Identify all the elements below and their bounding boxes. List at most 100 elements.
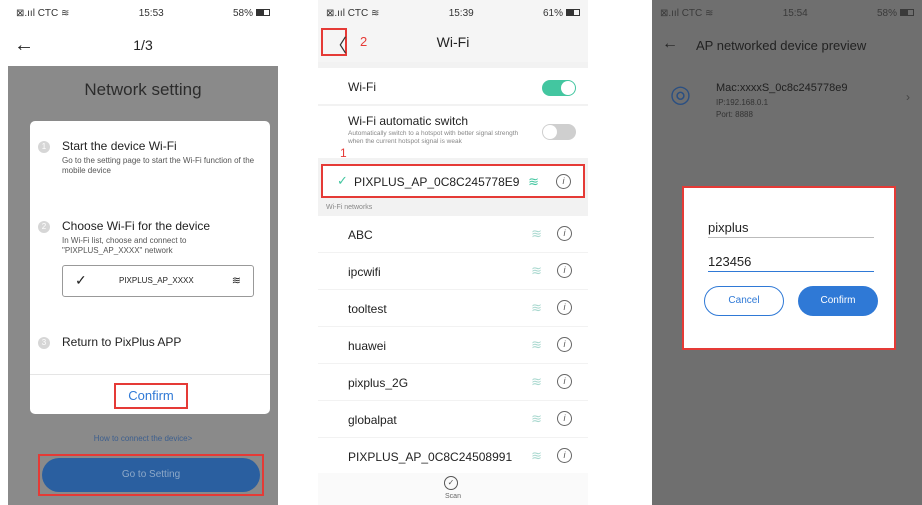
info-icon[interactable]: i	[556, 174, 571, 189]
section-label: Wi-Fi networks	[326, 204, 373, 211]
nav-bar: ← AP networked device preview	[652, 26, 922, 66]
go-setting-button[interactable]: Go to Setting	[42, 458, 260, 492]
network-name: ipcwifi	[348, 265, 381, 279]
wifi-toggle[interactable]	[542, 80, 576, 96]
connected-network-row[interactable]: ✓ PIXPLUS_AP_0C8C245778E9 ≋ i	[321, 164, 585, 198]
wifi-signal-icon: ≋	[531, 263, 542, 278]
carrier: ⊠.ııl CTC ≋	[660, 7, 714, 19]
info-icon[interactable]: i	[557, 263, 572, 278]
network-row[interactable]: PIXPLUS_AP_0C8C24508991 ≋ i	[318, 438, 588, 474]
chevron-right-icon: ›	[906, 90, 910, 104]
camera-device-icon: ◎	[670, 81, 691, 108]
battery-icon	[565, 9, 580, 17]
network-row[interactable]: pixplus_2G ≋ i	[318, 364, 588, 400]
wifi-signal-icon: ≋	[531, 374, 542, 389]
battery-icon	[255, 9, 270, 17]
page-title: Wi-Fi	[436, 34, 470, 50]
device-mac: Mac:xxxxS_0c8c245778e9	[716, 82, 848, 94]
login-dialog: pixplus 123456 Cancel Confirm	[688, 192, 890, 344]
scan-label: Scan	[445, 493, 461, 500]
login-dialog-highlight: pixplus 123456 Cancel Confirm	[682, 186, 896, 350]
auto-switch-toggle[interactable]	[542, 124, 576, 140]
step-title: Return to PixPlus APP	[62, 335, 182, 349]
network-name: ABC	[348, 228, 373, 242]
step-1: 1 Start the device Wi-Fi Go to the setti…	[38, 139, 262, 199]
step-number: 3	[38, 337, 50, 349]
info-icon[interactable]: i	[557, 374, 572, 389]
wifi-example-box: ✓ PIXPLUS_AP_XXXX ≋	[62, 265, 254, 297]
battery: 58%	[877, 8, 914, 19]
step-number: 2	[38, 221, 50, 233]
overlay-content: Network setting 1 Start the device Wi-Fi…	[8, 66, 278, 505]
status-bar: ⊠.ııl CTC ≋ 15:53 58%	[8, 0, 278, 26]
battery: 58%	[233, 8, 270, 19]
wifi-signal-icon: ≋	[531, 448, 542, 463]
page-title: AP networked device preview	[696, 38, 867, 53]
step-title: Start the device Wi-Fi	[62, 139, 177, 153]
network-name: pixplus_2G	[348, 376, 409, 390]
wifi-signal-icon: ≋	[528, 174, 539, 189]
wifi-signal-icon: ≋	[531, 300, 542, 315]
clock: 15:54	[782, 7, 808, 19]
device-card[interactable]: ◎ Mac:xxxxS_0c8c245778e9 IP:192.168.0.1 …	[656, 66, 918, 128]
network-name: huawei	[348, 339, 387, 353]
auto-switch-row: Wi-Fi automatic switch Automatically swi…	[318, 106, 588, 158]
step-desc: In Wi-Fi list, choose and connect to "PI…	[62, 236, 187, 255]
network-name: tooltest	[348, 302, 387, 316]
divider	[30, 374, 270, 375]
info-icon[interactable]: i	[557, 448, 572, 463]
checkmark-icon: ✓	[337, 173, 348, 188]
info-icon[interactable]: i	[557, 226, 572, 241]
info-icon[interactable]: i	[557, 337, 572, 352]
info-icon[interactable]: i	[557, 411, 572, 426]
username-field[interactable]: pixplus	[708, 220, 874, 238]
battery: 61%	[543, 8, 580, 19]
network-row[interactable]: ABC ≋ i	[318, 216, 588, 252]
password-field[interactable]: 123456	[708, 254, 874, 272]
cancel-button[interactable]: Cancel	[704, 286, 784, 316]
auto-switch-desc: Automatically switch to a hotspot with b…	[348, 130, 519, 145]
network-row[interactable]: huawei ≋ i	[318, 327, 588, 363]
network-row[interactable]: ipcwifi ≋ i	[318, 253, 588, 289]
scan-bar[interactable]: ✓ Scan	[318, 473, 588, 505]
wifi-icon: ≋	[231, 275, 241, 287]
scan-icon: ✓	[444, 476, 458, 490]
confirm-button[interactable]: Confirm	[798, 286, 878, 316]
network-row[interactable]: tooltest ≋ i	[318, 290, 588, 326]
wifi-signal-icon: ≋	[531, 411, 542, 426]
battery-icon	[899, 9, 914, 17]
network-name: PIXPLUS_AP_0C8C24508991	[348, 450, 513, 464]
wifi-settings-list: Wi-Fi Wi-Fi automatic switch Automatical…	[318, 62, 588, 505]
confirm-button[interactable]: Confirm	[114, 383, 188, 409]
annotation-1: 1	[340, 146, 347, 160]
wifi-example-name: PIXPLUS_AP_XXXX	[119, 276, 194, 285]
step-number: 1	[38, 141, 50, 153]
arrow-left-icon[interactable]: ←	[662, 35, 678, 53]
nav-bar: ← 1/3	[8, 26, 278, 66]
step-title: Choose Wi-Fi for the device	[62, 219, 211, 233]
info-icon[interactable]: i	[557, 300, 572, 315]
network-name: globalpat	[348, 413, 397, 427]
status-bar: ⊠.ııl CTC ≋ 15:54 58%	[652, 0, 922, 26]
carrier: ⊠.ııl CTC ≋	[16, 7, 70, 19]
device-ip: IP:192.168.0.1	[716, 98, 769, 107]
clock: 15:39	[448, 7, 474, 19]
carrier: ⊠.ııl CTC ≋	[326, 7, 380, 19]
wifi-toggle-row: Wi-Fi	[318, 68, 588, 104]
phone-device-preview: ⊠.ııl CTC ≋ 15:54 58% ← AP networked dev…	[652, 0, 922, 505]
phone-wifi-settings: ⊠.ııl CTC ≋ 15:39 61% 〈 2 Wi-Fi Wi-Fi Wi…	[318, 0, 588, 505]
checkmark-icon: ✓	[75, 272, 87, 288]
how-to-connect-link[interactable]: How to connect the device>	[8, 434, 278, 443]
page-title: 1/3	[133, 37, 153, 53]
network-setting-heading: Network setting	[84, 80, 202, 99]
clock: 15:53	[138, 7, 164, 19]
step-3: 3 Return to PixPlus APP	[38, 335, 262, 355]
network-row[interactable]: globalpat ≋ i	[318, 401, 588, 437]
phone-network-setting: ⊠.ııl CTC ≋ 15:53 58% ← 1/3 Network sett…	[8, 0, 278, 505]
instructions-dialog: 1 Start the device Wi-Fi Go to the setti…	[30, 121, 270, 414]
wifi-signal-icon: ≋	[531, 226, 542, 241]
step-desc: Go to the setting page to start the Wi-F…	[62, 156, 255, 175]
go-setting-highlight: Go to Setting	[38, 454, 264, 496]
wifi-label: Wi-Fi	[348, 80, 376, 94]
status-bar: ⊠.ııl CTC ≋ 15:39 61%	[318, 0, 588, 26]
